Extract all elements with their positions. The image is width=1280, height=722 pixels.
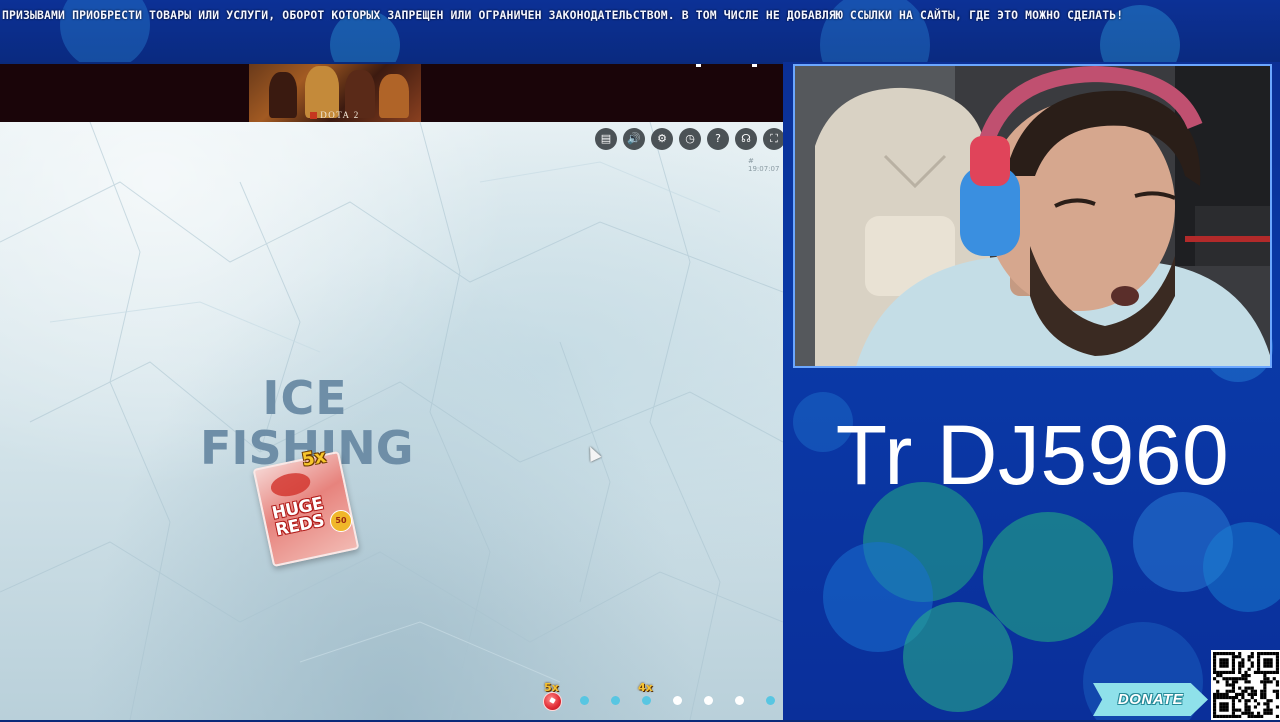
dota-logo-icon [310,112,318,119]
qr-code-icon[interactable] [1211,650,1280,720]
headset-icon[interactable]: ☊ [735,128,757,150]
track-dot [704,696,713,705]
qr-pattern [1213,652,1279,718]
fullscreen-icon[interactable]: ⛶ [763,128,785,150]
track-dot [580,696,589,705]
logo-line-1: ICE [262,371,348,425]
game-window[interactable]: DOTA 2 # 19:07:07 ICE FISHING HUGE REDS … [0,64,783,720]
ticker-text: ПРИЗЫВАМИ ПРИОБРЕСТИ ТОВАРЫ ИЛИ УСЛУГИ, … [2,8,1124,22]
help-icon[interactable]: ? [707,128,729,150]
dota-banner[interactable]: DOTA 2 [249,64,421,122]
volume-icon[interactable]: 🔊 [623,128,645,150]
topbar-marker [752,64,757,67]
track-dot [611,696,620,705]
track-dot [673,696,682,705]
telegram-handle: Tr DJ5960 [835,408,1230,502]
track-ball-icon [543,692,562,711]
topbar-marker [696,64,701,67]
donate-button[interactable]: DONATE [1093,683,1208,716]
banner-label: DOTA 2 [249,110,421,120]
settings-icon[interactable]: ⚙ [651,128,673,150]
game-topbar: DOTA 2 [0,64,783,122]
round-timestamp: # 19:07:07 [748,157,780,173]
card-label: HUGE REDS [270,493,326,541]
track-dot [735,696,744,705]
card-badge: 50 [330,510,352,532]
webcam-feed [793,64,1272,368]
chat-icon[interactable]: ▤ [595,128,617,150]
fish-icon [268,469,313,500]
track-label-right: 4x [638,681,653,694]
card-multiplier: 5x [300,446,328,471]
history-icon[interactable]: ◷ [679,128,701,150]
track-dot [766,696,775,705]
ticker-bar: ПРИЗЫВАМИ ПРИОБРЕСТИ ТОВАРЫ ИЛИ УСЛУГИ, … [0,0,1280,62]
track-dot [642,696,651,705]
webcam-scene [795,66,1270,366]
